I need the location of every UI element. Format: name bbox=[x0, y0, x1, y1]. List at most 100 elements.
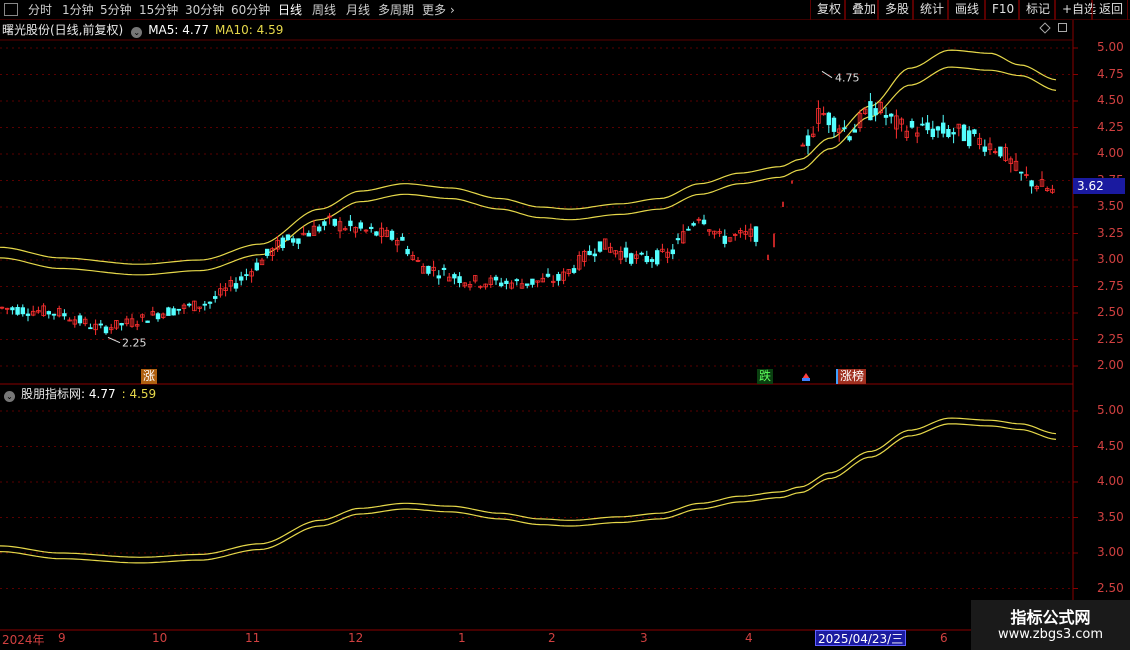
menu-icon[interactable] bbox=[4, 3, 18, 16]
candle-body bbox=[426, 265, 431, 274]
candle-body bbox=[420, 266, 426, 274]
toolbar-button-6[interactable]: 标记 bbox=[1019, 0, 1055, 20]
square-icon[interactable] bbox=[1058, 23, 1067, 32]
candle-body bbox=[322, 221, 327, 226]
price-tick: 2.00 bbox=[1097, 358, 1124, 372]
candle-body bbox=[753, 226, 759, 242]
toolbar-button-5[interactable]: F10 bbox=[985, 0, 1019, 20]
period-tab-4[interactable]: 30分钟 bbox=[185, 2, 224, 18]
chevron-down-icon[interactable]: ⌄ bbox=[4, 391, 15, 402]
candle-body bbox=[457, 276, 462, 284]
candle-body bbox=[5, 307, 10, 310]
price-tick: 2.25 bbox=[1097, 331, 1124, 346]
diamond-icon[interactable] bbox=[1039, 22, 1051, 34]
candle-body bbox=[712, 230, 717, 235]
price-tick: 2.75 bbox=[1097, 278, 1124, 293]
toolbar-button-3[interactable]: 统计 bbox=[913, 0, 948, 20]
indicator-tick: 4.00 bbox=[1097, 474, 1124, 488]
candle-body bbox=[842, 127, 847, 130]
period-tab-2[interactable]: 5分钟 bbox=[100, 2, 132, 18]
toolbar-button-4[interactable]: 画线 bbox=[948, 0, 985, 20]
candle-body bbox=[98, 323, 103, 326]
candle-body bbox=[577, 255, 582, 270]
period-tab-9[interactable]: 多周期 bbox=[378, 2, 414, 18]
candle-body bbox=[452, 274, 457, 279]
candle-body bbox=[915, 132, 920, 137]
chevron-down-icon[interactable]: ⌄ bbox=[131, 27, 143, 38]
candle-body bbox=[36, 310, 41, 313]
candle-body bbox=[46, 311, 51, 315]
price-tick: 4.75 bbox=[1097, 66, 1124, 81]
date-tick: 10 bbox=[152, 631, 168, 645]
candle-body bbox=[259, 259, 265, 266]
event-tag-down[interactable]: 跌 bbox=[757, 369, 774, 384]
chevron-right-icon[interactable]: › bbox=[450, 2, 455, 18]
candle-body bbox=[134, 324, 140, 327]
toolbar-button-1[interactable]: 叠加 bbox=[845, 0, 878, 20]
candle-body bbox=[743, 231, 748, 235]
toolbar-button-0[interactable]: 复权 bbox=[810, 0, 845, 20]
candle-body bbox=[1050, 188, 1055, 193]
period-tab-0[interactable]: 分时 bbox=[28, 2, 52, 18]
candle-body bbox=[374, 231, 379, 236]
event-tag-up[interactable]: 涨 bbox=[141, 369, 158, 384]
toolbar-button-8[interactable]: 返回 bbox=[1092, 0, 1128, 20]
candle-body bbox=[212, 296, 218, 299]
candle-body bbox=[878, 102, 883, 114]
event-tag-list[interactable]: 涨榜 bbox=[836, 369, 867, 384]
candle-body bbox=[805, 135, 811, 146]
candle-body bbox=[670, 249, 675, 255]
candle-body bbox=[811, 133, 816, 137]
ma5-value: MA5: 4.77 bbox=[148, 23, 209, 37]
price-tick: 3.00 bbox=[1097, 252, 1124, 266]
indicator-tick: 3.50 bbox=[1097, 509, 1124, 524]
candle-body bbox=[296, 238, 301, 244]
candle-body bbox=[852, 129, 857, 133]
candle-body bbox=[192, 300, 197, 312]
candle-body bbox=[467, 283, 473, 288]
toolbar-button-2[interactable]: 多股 bbox=[878, 0, 913, 20]
candle-body bbox=[446, 276, 452, 282]
candle-body bbox=[488, 277, 493, 285]
candle-body bbox=[530, 278, 535, 285]
kline-chart[interactable]: 4.75 2.25 bbox=[0, 0, 1130, 650]
period-tab-1[interactable]: 1分钟 bbox=[62, 2, 94, 18]
candle-body bbox=[993, 151, 998, 154]
candle-body bbox=[831, 117, 837, 132]
candle-body bbox=[264, 248, 270, 256]
candle-body bbox=[348, 220, 353, 227]
candle-body bbox=[129, 318, 135, 327]
period-tab-6[interactable]: 日线 bbox=[278, 2, 302, 18]
candle-body bbox=[436, 275, 441, 279]
candle-body bbox=[837, 128, 842, 134]
candle-body bbox=[1013, 160, 1019, 171]
candle-body bbox=[545, 273, 551, 277]
candle-body bbox=[727, 237, 733, 242]
candle-body bbox=[956, 123, 961, 129]
period-tab-5[interactable]: 60分钟 bbox=[231, 2, 270, 18]
candle-body bbox=[909, 121, 915, 128]
price-tick: 4.00 bbox=[1097, 146, 1124, 160]
indicator-tick: 3.00 bbox=[1097, 545, 1124, 559]
candle-body bbox=[41, 305, 46, 316]
candle-body bbox=[93, 323, 98, 331]
candle-body bbox=[655, 250, 660, 265]
candle-body bbox=[660, 248, 665, 252]
candle-body bbox=[738, 230, 743, 234]
candle-body bbox=[925, 122, 930, 131]
period-tab-3[interactable]: 15分钟 bbox=[139, 2, 178, 18]
candle-body bbox=[889, 113, 894, 117]
toolbar-button-7[interactable]: +自选 bbox=[1055, 0, 1096, 20]
candle-body bbox=[197, 306, 202, 309]
candle-body bbox=[57, 307, 62, 317]
candle-body bbox=[472, 275, 478, 282]
period-tab-8[interactable]: 月线 bbox=[346, 2, 370, 18]
candle-body bbox=[88, 327, 93, 330]
period-tab-7[interactable]: 周线 bbox=[312, 2, 336, 18]
candle-body bbox=[535, 280, 540, 283]
indicator-line-2 bbox=[0, 423, 1057, 564]
ma10-value: MA10: 4.59 bbox=[214, 23, 284, 37]
candle-body bbox=[478, 285, 483, 288]
candle-body bbox=[681, 231, 686, 244]
period-tab-10[interactable]: 更多 bbox=[422, 2, 446, 18]
